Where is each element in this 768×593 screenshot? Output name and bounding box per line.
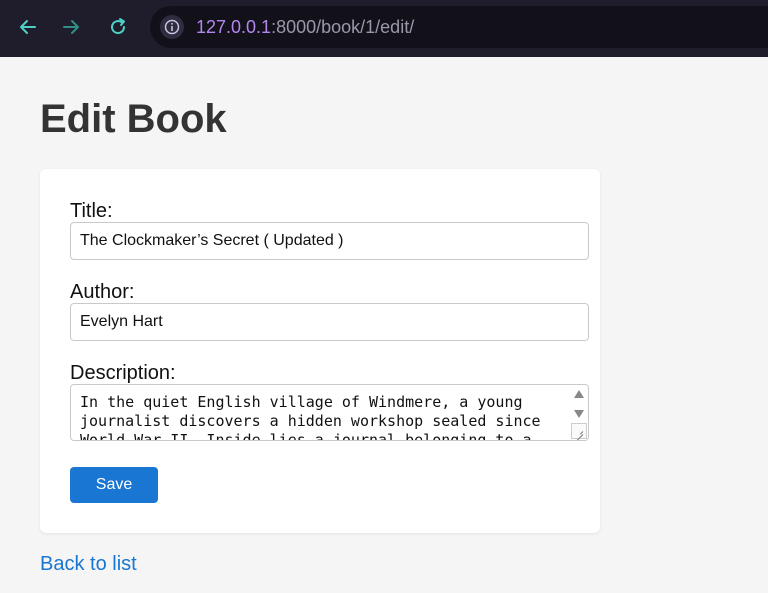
back-to-list-link[interactable]: Back to list <box>40 552 137 576</box>
page-title: Edit Book <box>40 97 227 141</box>
description-text[interactable]: In the quiet English village of Windmere… <box>80 393 565 440</box>
save-button[interactable]: Save <box>70 467 158 503</box>
site-info-icon[interactable] <box>160 15 184 39</box>
browser-toolbar: 127.0.0.1:8000/book/1/edit/ <box>0 0 768 57</box>
arrow-right-icon <box>63 20 79 34</box>
forward-button[interactable] <box>56 12 86 42</box>
url-host: 127.0.0.1 <box>196 17 272 37</box>
author-label: Author: <box>70 281 135 303</box>
reload-button[interactable] <box>103 12 133 42</box>
arrow-left-icon <box>20 20 36 34</box>
title-input[interactable] <box>70 222 589 260</box>
url-text[interactable]: 127.0.0.1:8000/book/1/edit/ <box>196 16 414 38</box>
url-path: :8000/book/1/edit/ <box>271 17 415 37</box>
edit-book-form: Title: Author: Description: In the quiet… <box>40 169 600 533</box>
description-label: Description: <box>70 362 176 384</box>
back-button[interactable] <box>13 12 43 42</box>
author-input[interactable] <box>70 303 589 341</box>
title-label: Title: <box>70 200 113 222</box>
scroll-down-arrow-icon[interactable] <box>574 410 584 418</box>
resize-grip-icon[interactable] <box>571 423 587 439</box>
address-bar[interactable]: 127.0.0.1:8000/book/1/edit/ <box>150 6 768 48</box>
description-textarea[interactable]: In the quiet English village of Windmere… <box>70 384 589 441</box>
reload-icon <box>111 18 126 35</box>
scroll-up-arrow-icon[interactable] <box>574 390 584 398</box>
